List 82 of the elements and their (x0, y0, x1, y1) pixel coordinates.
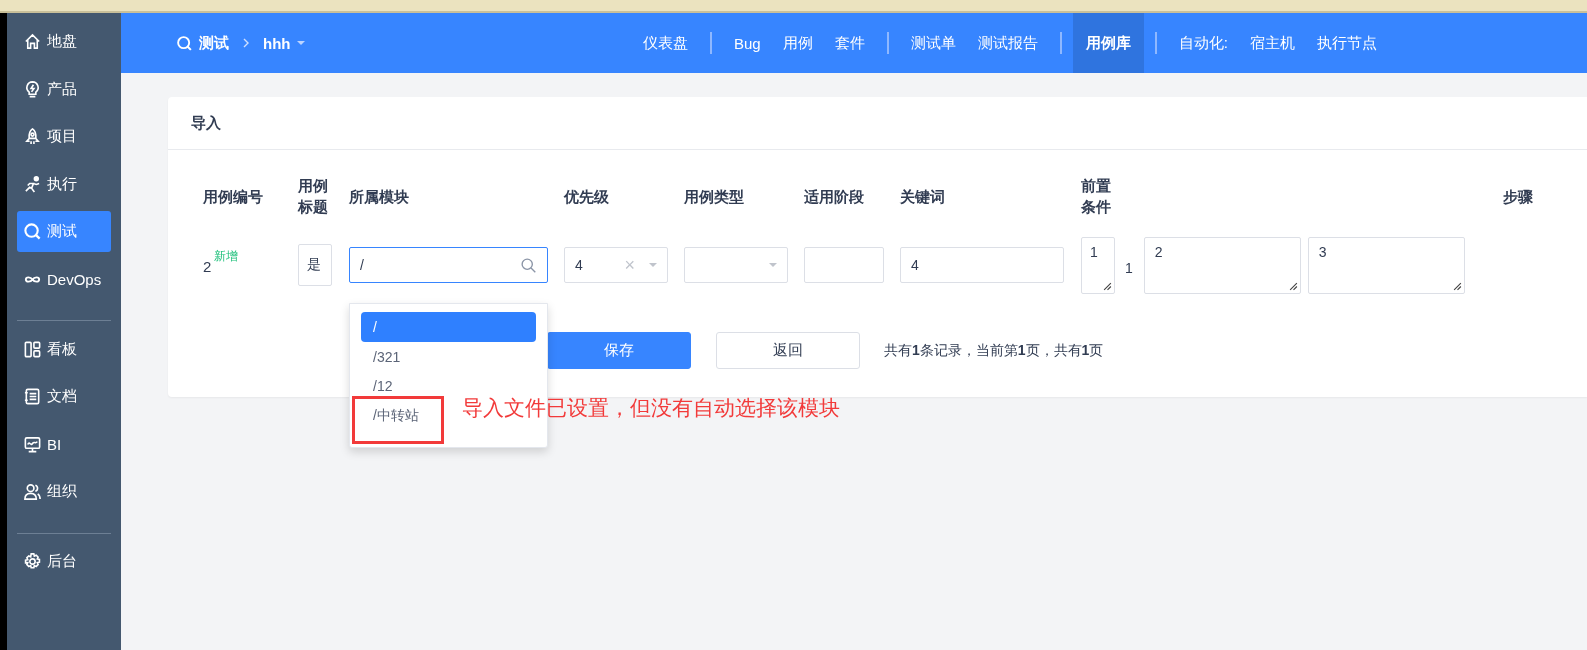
module-option[interactable]: / (361, 312, 536, 342)
column-header: 适用阶段 (804, 186, 865, 207)
column-header: 步骤 (1503, 186, 1534, 207)
module-option[interactable]: /12 (361, 371, 399, 401)
board-icon (23, 339, 42, 359)
pagination-text: 共有1条记录，当前第1页，共有1页 (884, 341, 1104, 360)
settings-icon (23, 552, 42, 571)
module-option[interactable]: /321 (361, 342, 407, 372)
search-icon (520, 256, 537, 274)
back-button[interactable]: 返回 (716, 332, 860, 369)
nav-tab[interactable]: 套件 (823, 13, 876, 73)
nav-tab[interactable]: 测试单 (899, 13, 967, 73)
sidebar-label: 执行 (47, 174, 77, 194)
resize-handle-icon[interactable] (1452, 281, 1462, 291)
caret-icon (649, 262, 657, 268)
column-header: 用例编号 (203, 186, 264, 207)
product-selector[interactable]: hhh (263, 34, 291, 52)
sidebar-label: 项目 (47, 127, 77, 146)
title-field[interactable]: 是 (298, 244, 332, 286)
precondition-textarea[interactable]: 1 (1081, 236, 1115, 294)
caret-icon (769, 262, 777, 268)
nav-tab[interactable]: 用例库 (1072, 13, 1144, 73)
column-header: 前置条件 (1081, 176, 1112, 217)
sidebar-item[interactable]: 地盘 (17, 21, 111, 62)
sidebar-label: 后台 (47, 552, 77, 571)
resize-handle-icon[interactable] (1288, 281, 1298, 291)
user-icon (23, 482, 42, 501)
column-header: 用例类型 (684, 186, 745, 207)
sidebar-item[interactable]: 组织 (17, 471, 111, 512)
sidebar-item[interactable]: BI (17, 423, 111, 465)
search-icon (23, 222, 42, 241)
sidebar-item[interactable]: 测试 (17, 211, 111, 252)
column-header: 所属模块 (349, 186, 410, 207)
nav-tab[interactable]: 执行节点 (1305, 13, 1388, 73)
caret-icon (296, 40, 305, 46)
sidebar-item[interactable]: 看板 (17, 328, 111, 370)
monitor-icon (23, 434, 42, 454)
sidebar-label: DevOps (47, 270, 102, 288)
nav-tab[interactable]: 测试报告 (966, 13, 1049, 73)
chevron-right-icon (241, 38, 251, 48)
nav-tab[interactable]: 仪表盘 (632, 13, 699, 73)
save-button[interactable]: 保存 (547, 332, 691, 369)
step-textarea[interactable]: 2 (1143, 236, 1301, 294)
nav-tab[interactable]: 用例 (771, 13, 824, 73)
sidebar-item[interactable]: 文档 (17, 376, 111, 417)
rocket-icon (23, 127, 42, 146)
sidebar-label: 看板 (47, 339, 77, 359)
sidebar-item[interactable]: 项目 (17, 116, 111, 157)
case-number: 2 (203, 257, 212, 275)
step-number: 1 (1125, 260, 1133, 276)
module-option[interactable]: /中转站 (361, 401, 425, 431)
stage-field[interactable] (804, 247, 884, 283)
sidebar-label: 文档 (47, 387, 77, 406)
nav-tab[interactable]: 宿主机 (1238, 13, 1306, 73)
document-icon (23, 387, 42, 406)
module-select[interactable]: / (349, 247, 548, 283)
new-label: 新增 (214, 247, 239, 265)
column-header: 关键词 (900, 186, 946, 207)
priority-select[interactable]: 4 × (564, 247, 668, 283)
expected-textarea[interactable]: 3 (1307, 236, 1465, 294)
nav-tab[interactable]: Bug (723, 13, 772, 73)
resize-handle-icon[interactable] (1103, 281, 1112, 291)
sidebar-label: 测试 (47, 222, 77, 241)
lightbulb-icon (23, 79, 42, 99)
runner-icon (23, 174, 42, 194)
annotation-text: 导入文件已设置，但没有自动选择该模块 (462, 394, 840, 421)
breadcrumb-section[interactable]: 测试 (199, 33, 229, 53)
nav-tab[interactable]: 自动化: (1167, 13, 1239, 73)
keywords-field[interactable]: 4 (900, 247, 1064, 283)
sidebar-item[interactable]: 后台 (17, 541, 111, 582)
sidebar-item[interactable]: DevOps (17, 258, 111, 300)
sidebar-item[interactable]: 执行 (17, 163, 111, 205)
sidebar-label: 地盘 (47, 32, 77, 51)
search-icon (176, 34, 193, 52)
sidebar-label: 组织 (47, 482, 77, 501)
sidebar-item[interactable]: 产品 (17, 68, 111, 110)
column-header: 用例标题 (298, 176, 329, 217)
home-icon (23, 32, 42, 51)
card-title: 导入 (191, 113, 221, 133)
column-header: 优先级 (564, 186, 610, 207)
sidebar-label: 产品 (47, 79, 77, 99)
sidebar-label: BI (47, 435, 62, 453)
